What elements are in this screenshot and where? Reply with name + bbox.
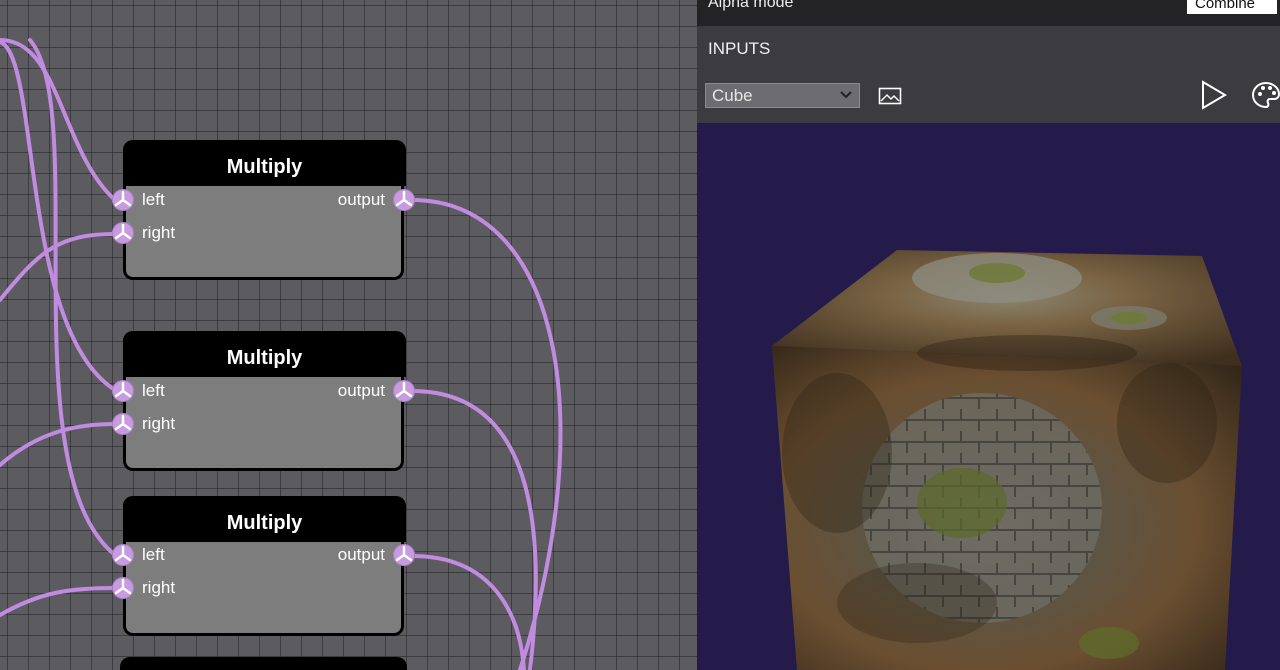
port-label: right — [142, 223, 176, 242]
port-icon[interactable] — [112, 189, 134, 211]
alpha-mode-label: Alpha mode — [708, 0, 794, 11]
wire — [410, 554, 526, 670]
inputs-section: INPUTS Cube — [697, 27, 1280, 123]
input-port-right[interactable]: right — [112, 574, 175, 602]
wire — [0, 586, 117, 617]
node-title[interactable]: Multiply — [123, 496, 406, 542]
cube-preview — [772, 250, 1242, 670]
input-port-left[interactable]: left — [112, 186, 165, 214]
multiply-node[interactable]: Multiply left right output — [112, 496, 415, 636]
input-port-left[interactable]: left — [112, 541, 165, 569]
alpha-mode-select[interactable]: Combine — [1187, 0, 1277, 14]
mesh-select-value: Cube — [712, 86, 753, 105]
port-label: left — [142, 545, 165, 564]
port-icon[interactable] — [393, 544, 415, 566]
multiply-node[interactable]: Multiply left right output — [112, 331, 415, 471]
wire — [0, 38, 117, 202]
multiply-node[interactable]: Multiply left right output — [112, 140, 415, 280]
palette-icon[interactable] — [1251, 80, 1280, 115]
port-icon[interactable] — [393, 380, 415, 402]
port-icon[interactable] — [112, 380, 134, 402]
output-port[interactable]: output — [338, 186, 415, 214]
port-icon[interactable] — [112, 577, 134, 599]
image-icon[interactable] — [878, 86, 902, 111]
port-label: right — [142, 578, 176, 597]
node-title[interactable]: Multiply — [123, 331, 406, 377]
wire — [410, 198, 563, 670]
play-icon[interactable] — [1200, 80, 1228, 115]
port-label: right — [142, 414, 176, 433]
input-port-left[interactable]: left — [112, 377, 165, 405]
output-port[interactable]: output — [338, 541, 415, 569]
port-icon[interactable] — [393, 189, 415, 211]
3d-preview-viewport[interactable] — [697, 123, 1280, 670]
input-port-right[interactable]: right — [112, 219, 175, 247]
wire — [0, 422, 117, 467]
output-port[interactable]: output — [338, 377, 415, 405]
input-port-right[interactable]: right — [112, 410, 175, 438]
wire — [28, 38, 117, 557]
inputs-title: INPUTS — [708, 39, 771, 58]
port-label: left — [142, 190, 165, 209]
port-label: output — [337, 381, 385, 400]
port-icon[interactable] — [112, 544, 134, 566]
node-graph-canvas[interactable]: Multiply left right output Multiply left… — [0, 0, 697, 670]
mesh-select[interactable]: Cube — [705, 83, 860, 108]
node-title[interactable]: Multiply — [123, 140, 406, 186]
chevron-down-icon — [839, 84, 853, 113]
port-label: output — [337, 545, 385, 564]
port-icon[interactable] — [112, 413, 134, 435]
port-label: left — [142, 381, 165, 400]
alpha-mode-row: Alpha mode Combine — [697, 0, 1280, 27]
port-label: output — [337, 190, 385, 209]
partial-node-header[interactable] — [120, 657, 407, 670]
preview-panel: Alpha mode Combine INPUTS Cube — [697, 0, 1280, 670]
port-icon[interactable] — [112, 222, 134, 244]
